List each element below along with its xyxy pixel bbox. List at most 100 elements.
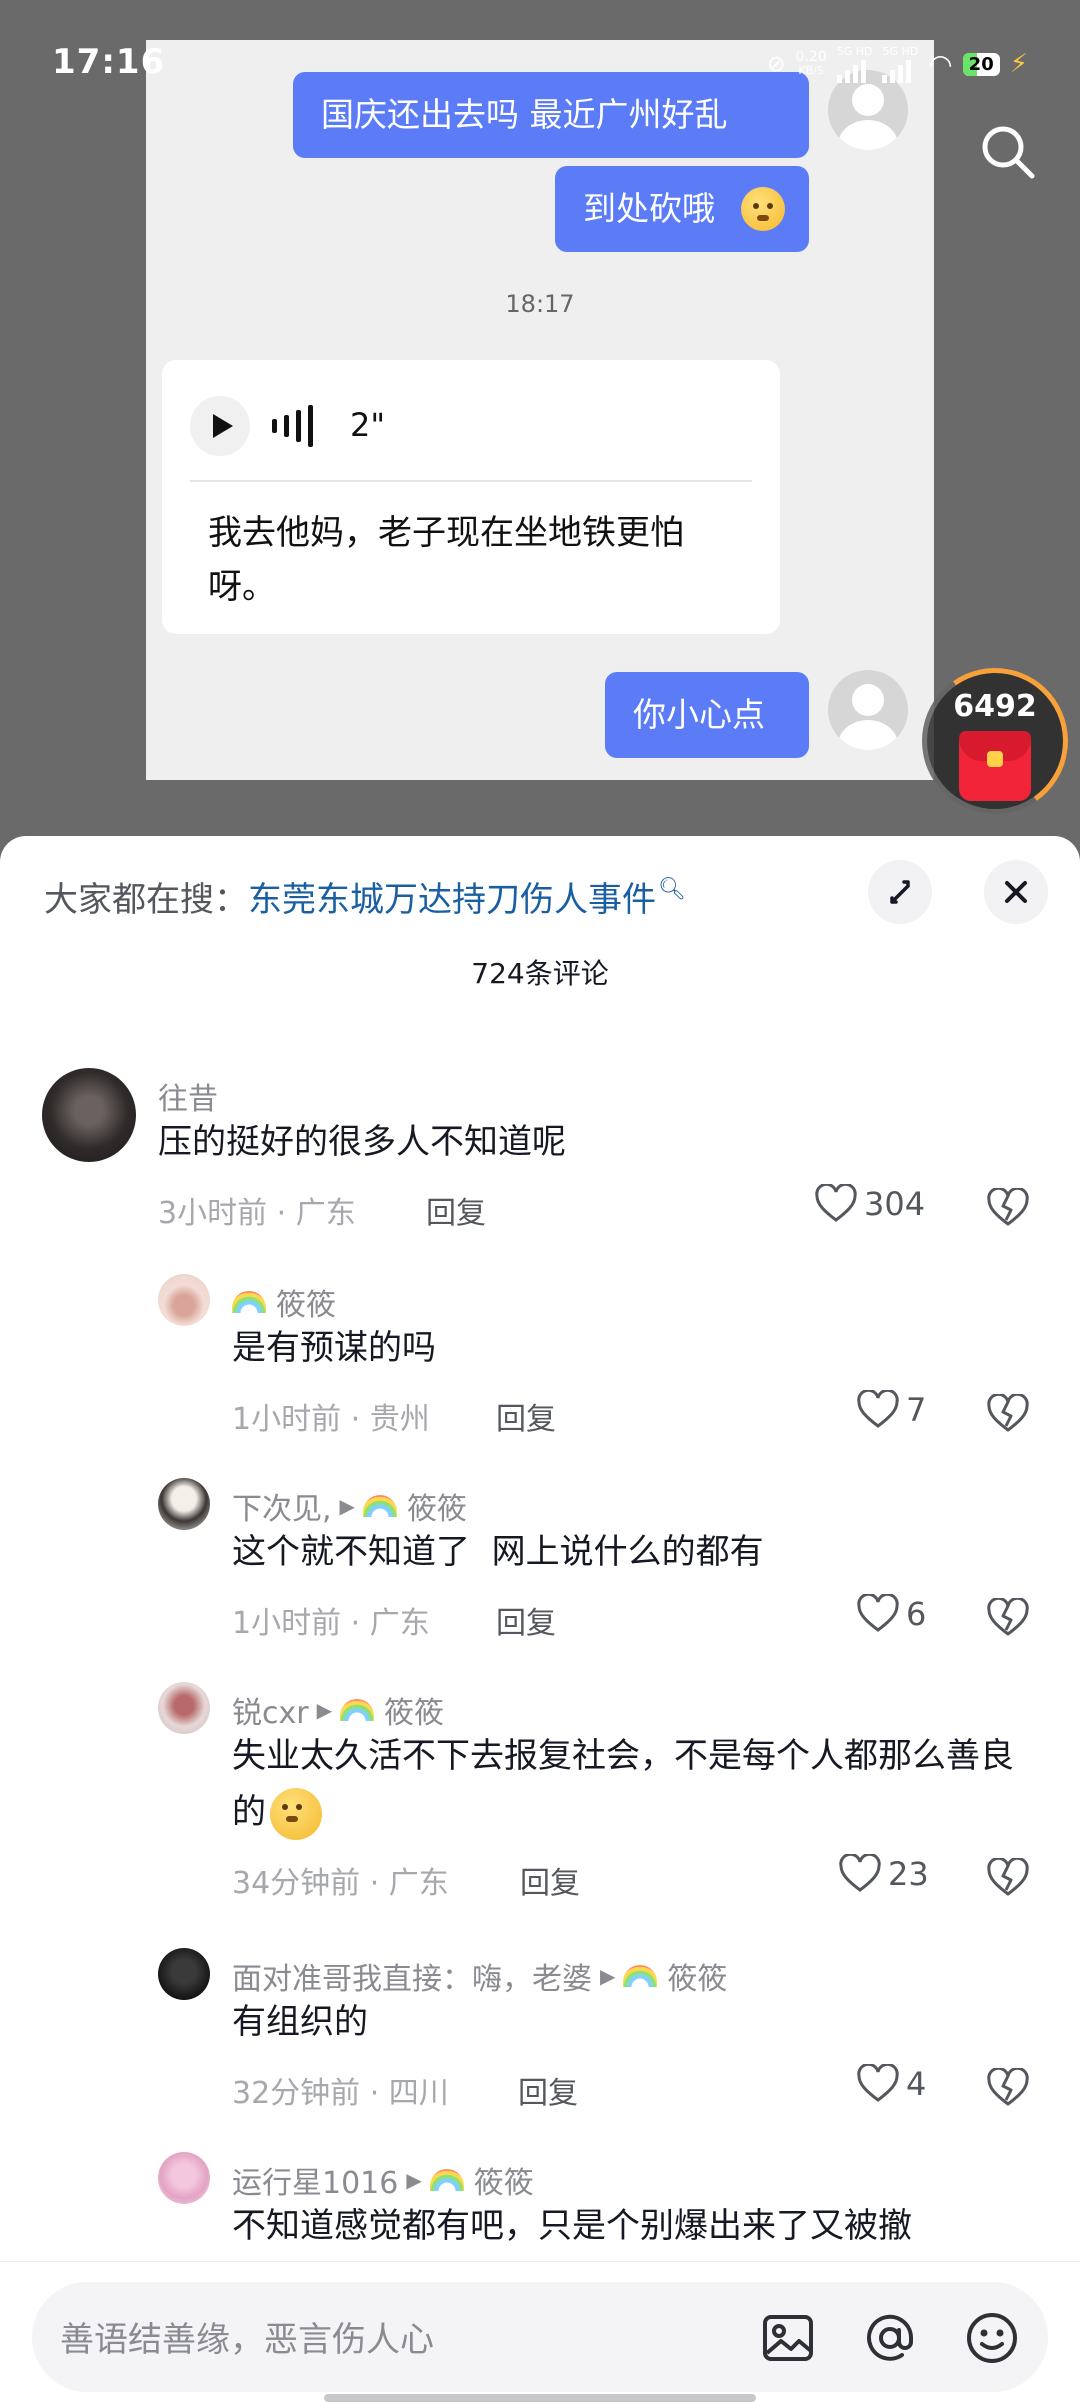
comment-meta: 1小时前 · 贵州 [232, 1402, 430, 1437]
net-speed: 0.20 KB/S [795, 49, 827, 77]
comment-author[interactable]: 往昔 [158, 1074, 218, 1118]
avatar[interactable] [158, 1682, 210, 1734]
broken-heart-icon [987, 1856, 1029, 1896]
broken-heart-icon [987, 2066, 1029, 2106]
crying-face-icon [741, 187, 785, 231]
comment-text: 有组织的 [232, 2002, 368, 2042]
chat-bubble: 你小心点 [605, 672, 809, 758]
expand-icon [890, 880, 910, 904]
image-icon[interactable] [760, 2310, 816, 2366]
heart-icon [815, 1184, 857, 1222]
dislike-button[interactable] [986, 1392, 1030, 1434]
chat-avatar [828, 670, 908, 750]
reply-button[interactable]: 回复 [496, 1394, 556, 1438]
search-icon[interactable] [978, 122, 1038, 182]
comment-text: 这个就不知道了 网上说什么的都有 [232, 1532, 764, 1572]
search-icon: 🔍︎ [658, 876, 686, 902]
rainbow-badge-icon [232, 1291, 266, 1313]
broken-heart-icon [987, 1596, 1029, 1636]
signal-icon: 5G HD [836, 46, 872, 83]
avatar[interactable] [158, 1478, 210, 1530]
video-chat-screenshot: 国庆还出去吗 最近广州好乱 到处砍哦 18:17 2" 我去他妈，老子现在坐地铁… [146, 40, 934, 780]
heart-icon [857, 2064, 899, 2102]
broken-heart-icon [987, 1186, 1029, 1226]
reply-item: 下次见, ▶ 筱筱 这个就不知道了 网上说什么的都有 1小时前 · 广东 回复 6 [0, 1478, 1080, 1678]
chat-bubble: 到处砍哦 [555, 166, 809, 252]
signal-icon: 5G HD [882, 46, 918, 83]
avatar[interactable] [42, 1068, 136, 1162]
like-button[interactable]: 4 [856, 2064, 926, 2104]
rainbow-badge-icon [429, 2169, 464, 2191]
reply-arrow-icon: ▶ [316, 1698, 332, 1722]
red-envelope-icon [959, 731, 1031, 801]
broken-heart-icon [987, 1392, 1029, 1432]
rainbow-badge-icon [362, 1495, 397, 1517]
reply-item: 筱筱 是有预谋的吗 1小时前 · 贵州 回复 7 [0, 1274, 1080, 1474]
reply-button[interactable]: 回复 [426, 1188, 486, 1232]
comment-author[interactable]: 运行星1016 ▶ 筱筱 [232, 2158, 534, 2202]
divider [190, 480, 752, 482]
comment-input[interactable]: 善语结善缘，恶言伤人心 [32, 2282, 1048, 2392]
comment-meta: 32分钟前 · 四川 [232, 2076, 449, 2111]
waveform-icon [272, 404, 313, 448]
like-button[interactable]: 7 [856, 1390, 926, 1430]
reply-button[interactable]: 回复 [496, 1598, 556, 1642]
voice-transcript: 我去他妈，老子现在坐地铁更怕呀。 [208, 513, 684, 607]
dislike-button[interactable] [986, 1596, 1030, 1638]
voice-message-card: 2" 我去他妈，老子现在坐地铁更怕呀。 [162, 360, 780, 634]
mention-icon[interactable] [862, 2310, 918, 2366]
voice-duration: 2" [350, 406, 386, 444]
like-button[interactable]: 6 [856, 1594, 926, 1634]
dislike-button[interactable] [986, 1856, 1030, 1898]
charging-icon: ⚡ [1009, 49, 1028, 79]
reply-item: 面对准哥我直接：嗨，老婆 ▶ 筱筱 有组织的 32分钟前 · 四川 回复 4 [0, 1948, 1080, 2148]
heart-icon [857, 1390, 899, 1428]
like-button[interactable]: 23 [838, 1854, 929, 1894]
comment-count: 724条评论 [471, 957, 609, 990]
comment-meta: 34分钟前 · 广东 [232, 1866, 449, 1901]
battery-icon: 20 [962, 52, 1000, 76]
comment-author[interactable]: 锐cxr ▶ 筱筱 [232, 1688, 444, 1732]
avatar[interactable] [158, 2152, 210, 2204]
wifi-icon: ◠ [928, 47, 953, 81]
red-packet-count: 6492 [953, 689, 1037, 724]
dislike-button[interactable] [986, 1186, 1030, 1228]
comment-item: 往昔 压的挺好的很多人不知道呢 3小时前 · 广东 回复 304 [0, 1068, 1080, 1268]
play-icon [190, 396, 250, 456]
reply-item: 锐cxr ▶ 筱筱 失业太久活不下去报复社会，不是每个人都那么善良的 34分钟前 ·… [0, 1682, 1080, 1942]
chat-timestamp: 18:17 [505, 290, 575, 318]
reply-button[interactable]: 回复 [518, 2068, 578, 2112]
expand-button[interactable] [868, 860, 932, 924]
status-icons: ⊘ 0.20 KB/S 5G HD 5G HD ◠ 20 ⚡ [767, 44, 1028, 84]
reply-arrow-icon: ▶ [600, 1964, 616, 1988]
reply-button[interactable]: 回复 [520, 1858, 580, 1902]
close-icon [1005, 881, 1027, 903]
reply-arrow-icon: ▶ [406, 2168, 422, 2192]
comment-text: 失业太久活不下去报复社会，不是每个人都那么善良的 [232, 1728, 1022, 1840]
comment-text: 压的挺好的很多人不知道呢 [158, 1122, 566, 1162]
comment-author[interactable]: 筱筱 [232, 1280, 336, 1324]
home-indicator[interactable] [324, 2394, 756, 2402]
comment-author[interactable]: 下次见, ▶ 筱筱 [232, 1484, 467, 1528]
mute-icon: ⊘ [767, 51, 786, 77]
red-packet-widget[interactable]: 6492 [910, 656, 1080, 826]
dislike-button[interactable] [986, 2066, 1030, 2108]
close-button[interactable] [984, 860, 1048, 924]
avatar[interactable] [158, 1274, 210, 1326]
comment-text: 不知道感觉都有吧，只是个别爆出来了又被撤 [232, 2206, 912, 2246]
status-time: 17:16 [52, 42, 166, 82]
avatar[interactable] [158, 1948, 210, 2000]
like-button[interactable]: 304 [814, 1184, 925, 1224]
heart-icon [857, 1594, 899, 1632]
emoji-icon [270, 1787, 322, 1840]
rainbow-badge-icon [339, 1699, 374, 1721]
emoji-icon[interactable] [964, 2310, 1020, 2366]
divider [0, 2262, 1080, 2284]
video-player[interactable]: 国庆还出去吗 最近广州好乱 到处砍哦 18:17 2" 我去他妈，老子现在坐地铁… [0, 0, 1080, 850]
comment-input-placeholder: 善语结善缘，恶言伤人心 [60, 2320, 434, 2360]
comment-panel: 大家都在搜： 东莞东城万达持刀伤人事件 🔍︎ 724条评论 往昔 压的挺好的很多… [0, 836, 1080, 2408]
hot-search-link[interactable]: 大家都在搜： 东莞东城万达持刀伤人事件 🔍︎ [44, 866, 686, 926]
comment-meta: 3小时前 · 广东 [158, 1196, 356, 1231]
comment-author[interactable]: 面对准哥我直接：嗨，老婆 ▶ 筱筱 [232, 1954, 727, 1998]
comment-meta: 1小时前 · 广东 [232, 1606, 430, 1641]
